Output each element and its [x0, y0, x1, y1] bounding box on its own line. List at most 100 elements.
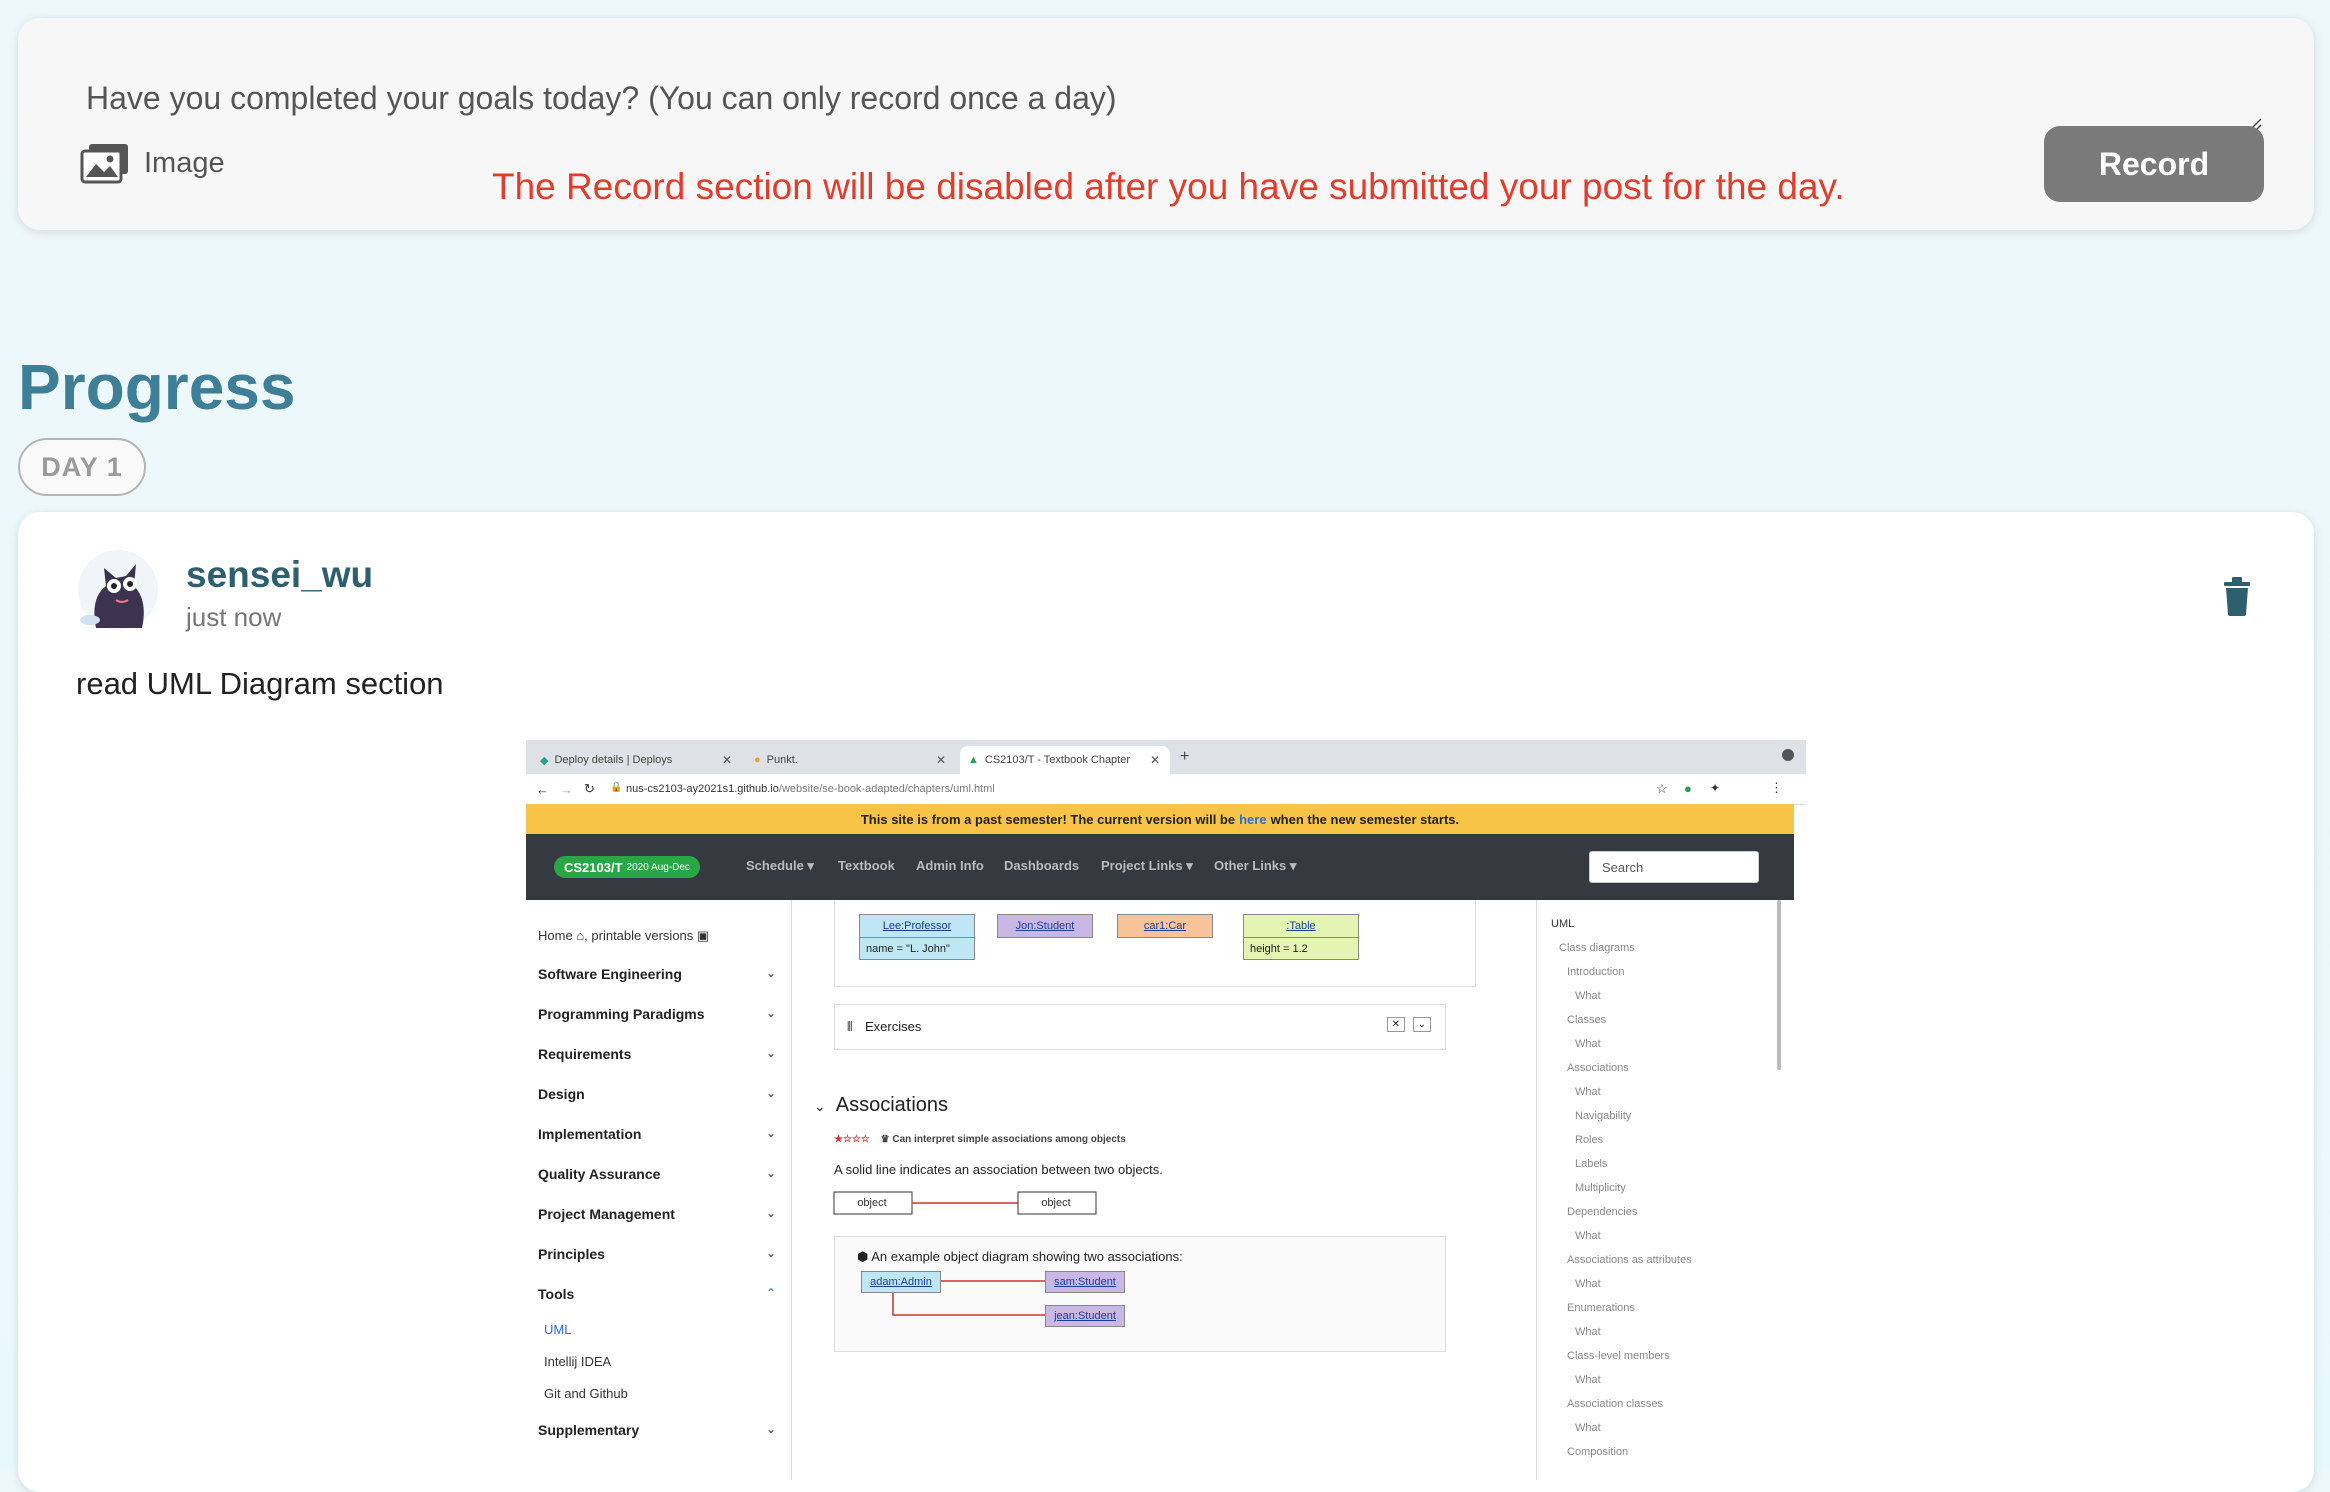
star-icon: ☆: [1656, 781, 1668, 796]
site-navbar: CS2103/T 2020 Aug-Dec Schedule ▾ Textbook…: [526, 834, 1794, 900]
image-upload-button[interactable]: Image: [80, 142, 225, 184]
toc-item: Dependencies: [1567, 1206, 1638, 1218]
graduation-cap-icon: ▲: [968, 754, 979, 766]
menu-icon: ⋮: [1770, 780, 1783, 795]
nav-item: Implementation: [538, 1126, 642, 1142]
nav-schedule: Schedule ▾: [746, 858, 814, 873]
table-of-contents: UML Class diagrams Introduction What Cla…: [1536, 900, 1797, 1480]
chevron-down-icon: ⌄: [766, 1166, 777, 1180]
toc-item: What: [1575, 1326, 1601, 1338]
dumbbell-icon: ⫴: [847, 1019, 853, 1034]
post-card: sensei_wu just now read UML Diagram sect…: [18, 512, 2314, 1492]
toc-scrollbar: [1777, 900, 1781, 1070]
nav-item: Supplementary: [538, 1422, 640, 1438]
object-label: object: [1041, 1197, 1071, 1209]
chevron-down-icon: ⌄: [766, 1422, 777, 1436]
past-semester-banner: This site is from a past semester! The c…: [526, 804, 1794, 834]
avatar: [78, 550, 158, 630]
close-icon: ✕: [935, 753, 946, 767]
post-text: read UML Diagram section: [76, 666, 444, 701]
forward-icon: →: [560, 782, 573, 797]
toc-item: What: [1575, 1278, 1601, 1290]
toc-item: What: [1575, 1422, 1601, 1434]
close-panel-icon: ✕: [1386, 1017, 1405, 1032]
url-host: nus-cs2103-ay2021s1.github.io: [626, 783, 779, 795]
chevron-down-icon: ⌄: [814, 1098, 826, 1114]
nav-subitem-uml: UML: [544, 1322, 572, 1337]
browser-tab: ● Punkt. ✕: [754, 753, 946, 767]
record-button[interactable]: Record: [2044, 126, 2264, 202]
back-icon: ←: [536, 782, 549, 797]
nav-item: Design: [538, 1086, 585, 1102]
toc-item: UML: [1551, 918, 1575, 930]
star-rating: ★☆☆☆: [834, 1134, 870, 1145]
toc-item: Classes: [1567, 1014, 1607, 1026]
uml-object-adam: adam:Admin: [861, 1271, 941, 1293]
post-timestamp: just now: [186, 602, 282, 632]
post-username[interactable]: sensei_wu: [186, 554, 373, 596]
banner-link: here: [1239, 811, 1267, 827]
nav-dashboards: Dashboards: [1004, 858, 1080, 873]
nav-admin-info: Admin Info: [916, 858, 984, 873]
cube-icon: ⬢: [857, 1249, 869, 1264]
nav-item: Principles: [538, 1246, 605, 1262]
record-card: Have you completed your goals today? (Yo…: [18, 18, 2314, 230]
toc-item: Class-level members: [1567, 1350, 1670, 1362]
example-panel: ⬢ An example object diagram showing two …: [834, 1236, 1446, 1352]
toc-item: Class diagrams: [1559, 942, 1635, 954]
chevron-down-icon: ⌄: [766, 1126, 777, 1140]
lock-icon: 🔒: [610, 782, 623, 793]
uml-object-car: car1:Car: [1117, 914, 1213, 938]
association-description: A solid line indicates an association be…: [834, 1162, 1163, 1177]
reload-icon: ↻: [584, 781, 595, 796]
chevron-down-icon: ⌄: [766, 1006, 777, 1020]
browser-tab-active: ▲ CS2103/T - Textbook Chapter ✕: [960, 746, 1170, 774]
grammarly-icon: ●: [1684, 781, 1692, 796]
nav-other-links: Other Links ▾: [1214, 858, 1297, 873]
trophy-icon: ♛: [880, 1134, 890, 1145]
example-caption: ⬢ An example object diagram showing two …: [857, 1249, 1183, 1264]
trash-icon[interactable]: [2222, 576, 2252, 616]
toc-item: What: [1575, 990, 1601, 1002]
toc-item: Roles: [1575, 1134, 1604, 1146]
nav-item: Software Engineering: [538, 966, 682, 982]
uml-object-jean: jean:Student: [1045, 1305, 1125, 1327]
toc-item: What: [1575, 1374, 1601, 1386]
toc-item: Multiplicity: [1575, 1182, 1626, 1194]
site-brand: CS2103/T 2020 Aug-Dec: [554, 856, 700, 878]
image-icon: [80, 144, 128, 184]
uml-object-table: :Table height = 1.2: [1243, 914, 1359, 960]
close-icon: ✕: [1149, 753, 1160, 767]
post-image[interactable]: ◆ Deploy details | Deploys ✕ ● Punkt. ✕ ▲ …: [526, 740, 1806, 1480]
toc-item: What: [1575, 1230, 1601, 1242]
uml-object-sam: sam:Student: [1045, 1271, 1125, 1293]
url-path: /website/se-book-adapted/chapters/uml.ht…: [778, 783, 995, 795]
expand-panel-icon: ⌄: [1412, 1017, 1431, 1032]
progress-title: Progress: [18, 351, 296, 423]
associations-heading: ⌄ Associations: [814, 1094, 949, 1116]
extensions-icon: ✦: [1710, 781, 1721, 795]
netlify-icon: ◆: [540, 754, 549, 767]
toc-item: Labels: [1575, 1158, 1608, 1170]
toc-item: Associations as attributes: [1567, 1254, 1692, 1266]
object-label: object: [857, 1197, 887, 1209]
uml-object-jon: Jon:Student: [997, 914, 1093, 938]
day-badge: DAY 1: [18, 438, 146, 496]
chevron-down-icon: ⌄: [766, 1206, 777, 1220]
left-nav: Home ⌂, printable versions ▣ Software En…: [526, 900, 792, 1480]
nav-item: Project Management: [538, 1206, 675, 1222]
chevron-down-icon: ⌄: [766, 1046, 777, 1060]
object-diagram-panel: Lee:Professor name = "L. John" Jon:Stude…: [834, 900, 1476, 987]
exercises-panel: ⫴ Exercises ✕ ⌄: [834, 1004, 1446, 1050]
main-content: Lee:Professor name = "L. John" Jon:Stude…: [792, 900, 1532, 1480]
nav-subitem: Intellij IDEA: [544, 1354, 612, 1369]
browser-tab: ◆ Deploy details | Deploys ✕: [540, 753, 732, 767]
home-link: Home ⌂, printable versions ▣: [538, 928, 710, 943]
nav-item: Quality Assurance: [538, 1166, 661, 1182]
learning-outcome: ★☆☆☆ ♛ Can interpret simple associations…: [834, 1134, 1126, 1145]
goal-textarea[interactable]: Have you completed your goals today? (Yo…: [86, 80, 1117, 117]
punkt-icon: ●: [754, 754, 761, 766]
close-icon: ✕: [721, 753, 732, 767]
chevron-down-icon: ⌄: [766, 1086, 777, 1100]
address-bar: ← → ↻ 🔒 nus-cs2103-ay2021s1.github.io/we…: [526, 774, 1806, 805]
